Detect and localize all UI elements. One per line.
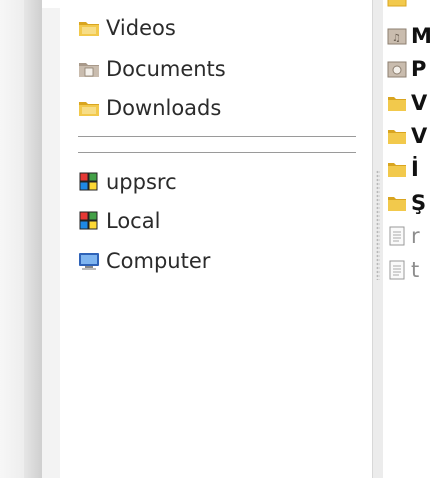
folder-icon [387, 0, 407, 7]
places-item-computer[interactable]: Computer [78, 249, 210, 273]
places-item-downloads[interactable]: Downloads [78, 96, 221, 120]
places-item-label: Documents [106, 57, 226, 81]
pictures-folder-icon [387, 61, 407, 78]
file-list-item[interactable]: Ş [387, 191, 426, 215]
splitter-grip[interactable] [376, 170, 380, 280]
file-label: t [411, 258, 420, 282]
places-separator [78, 136, 356, 137]
package-icon [79, 211, 98, 230]
music-folder-icon: ♫ [387, 28, 407, 45]
file-list-item[interactable]: r [387, 224, 420, 248]
places-item-documents[interactable]: Documents [78, 57, 226, 81]
places-panel: Videos Documents Downloads uppsrc Local … [60, 0, 372, 478]
documents-folder-icon [79, 63, 99, 77]
file-list-item[interactable]: P [387, 57, 426, 81]
places-item-uppsrc[interactable]: uppsrc [78, 170, 177, 194]
file-label: Ş [411, 191, 427, 215]
places-item-label: Downloads [106, 96, 222, 120]
video-folder-icon [79, 22, 99, 36]
folder-icon [388, 163, 406, 177]
text-file-icon [389, 226, 405, 246]
file-list-item[interactable]: t [387, 258, 419, 282]
file-label: V [411, 91, 428, 115]
file-list-item[interactable]: V [387, 124, 427, 148]
places-item-label: uppsrc [106, 170, 177, 194]
places-item-label: Videos [106, 16, 176, 40]
file-list: ♫ M P V V İ Ş r t [383, 0, 433, 478]
places-item-videos[interactable]: Videos [78, 16, 176, 40]
places-separator [78, 152, 356, 153]
places-item-label: Local [106, 209, 161, 233]
places-item-local[interactable]: Local [78, 209, 160, 233]
file-label: r [411, 224, 420, 248]
file-label: İ [411, 157, 419, 181]
package-icon [79, 172, 98, 191]
file-label: M [411, 24, 432, 48]
file-list-item[interactable] [387, 0, 411, 10]
svg-text:♫: ♫ [392, 33, 401, 44]
places-item-label: Computer [106, 249, 211, 273]
file-list-item[interactable]: ♫ M [387, 24, 432, 48]
file-list-item[interactable]: İ [387, 157, 419, 181]
computer-icon [79, 253, 99, 270]
folder-icon [388, 130, 406, 144]
text-file-icon [389, 260, 405, 280]
folder-icon [388, 97, 406, 111]
window-left-frame-edge [24, 0, 42, 478]
file-label: P [411, 57, 427, 81]
window-left-frame [0, 0, 42, 478]
folder-icon [388, 197, 406, 211]
file-list-item[interactable]: V [387, 91, 427, 115]
file-label: V [411, 124, 428, 148]
downloads-folder-icon [79, 102, 99, 116]
